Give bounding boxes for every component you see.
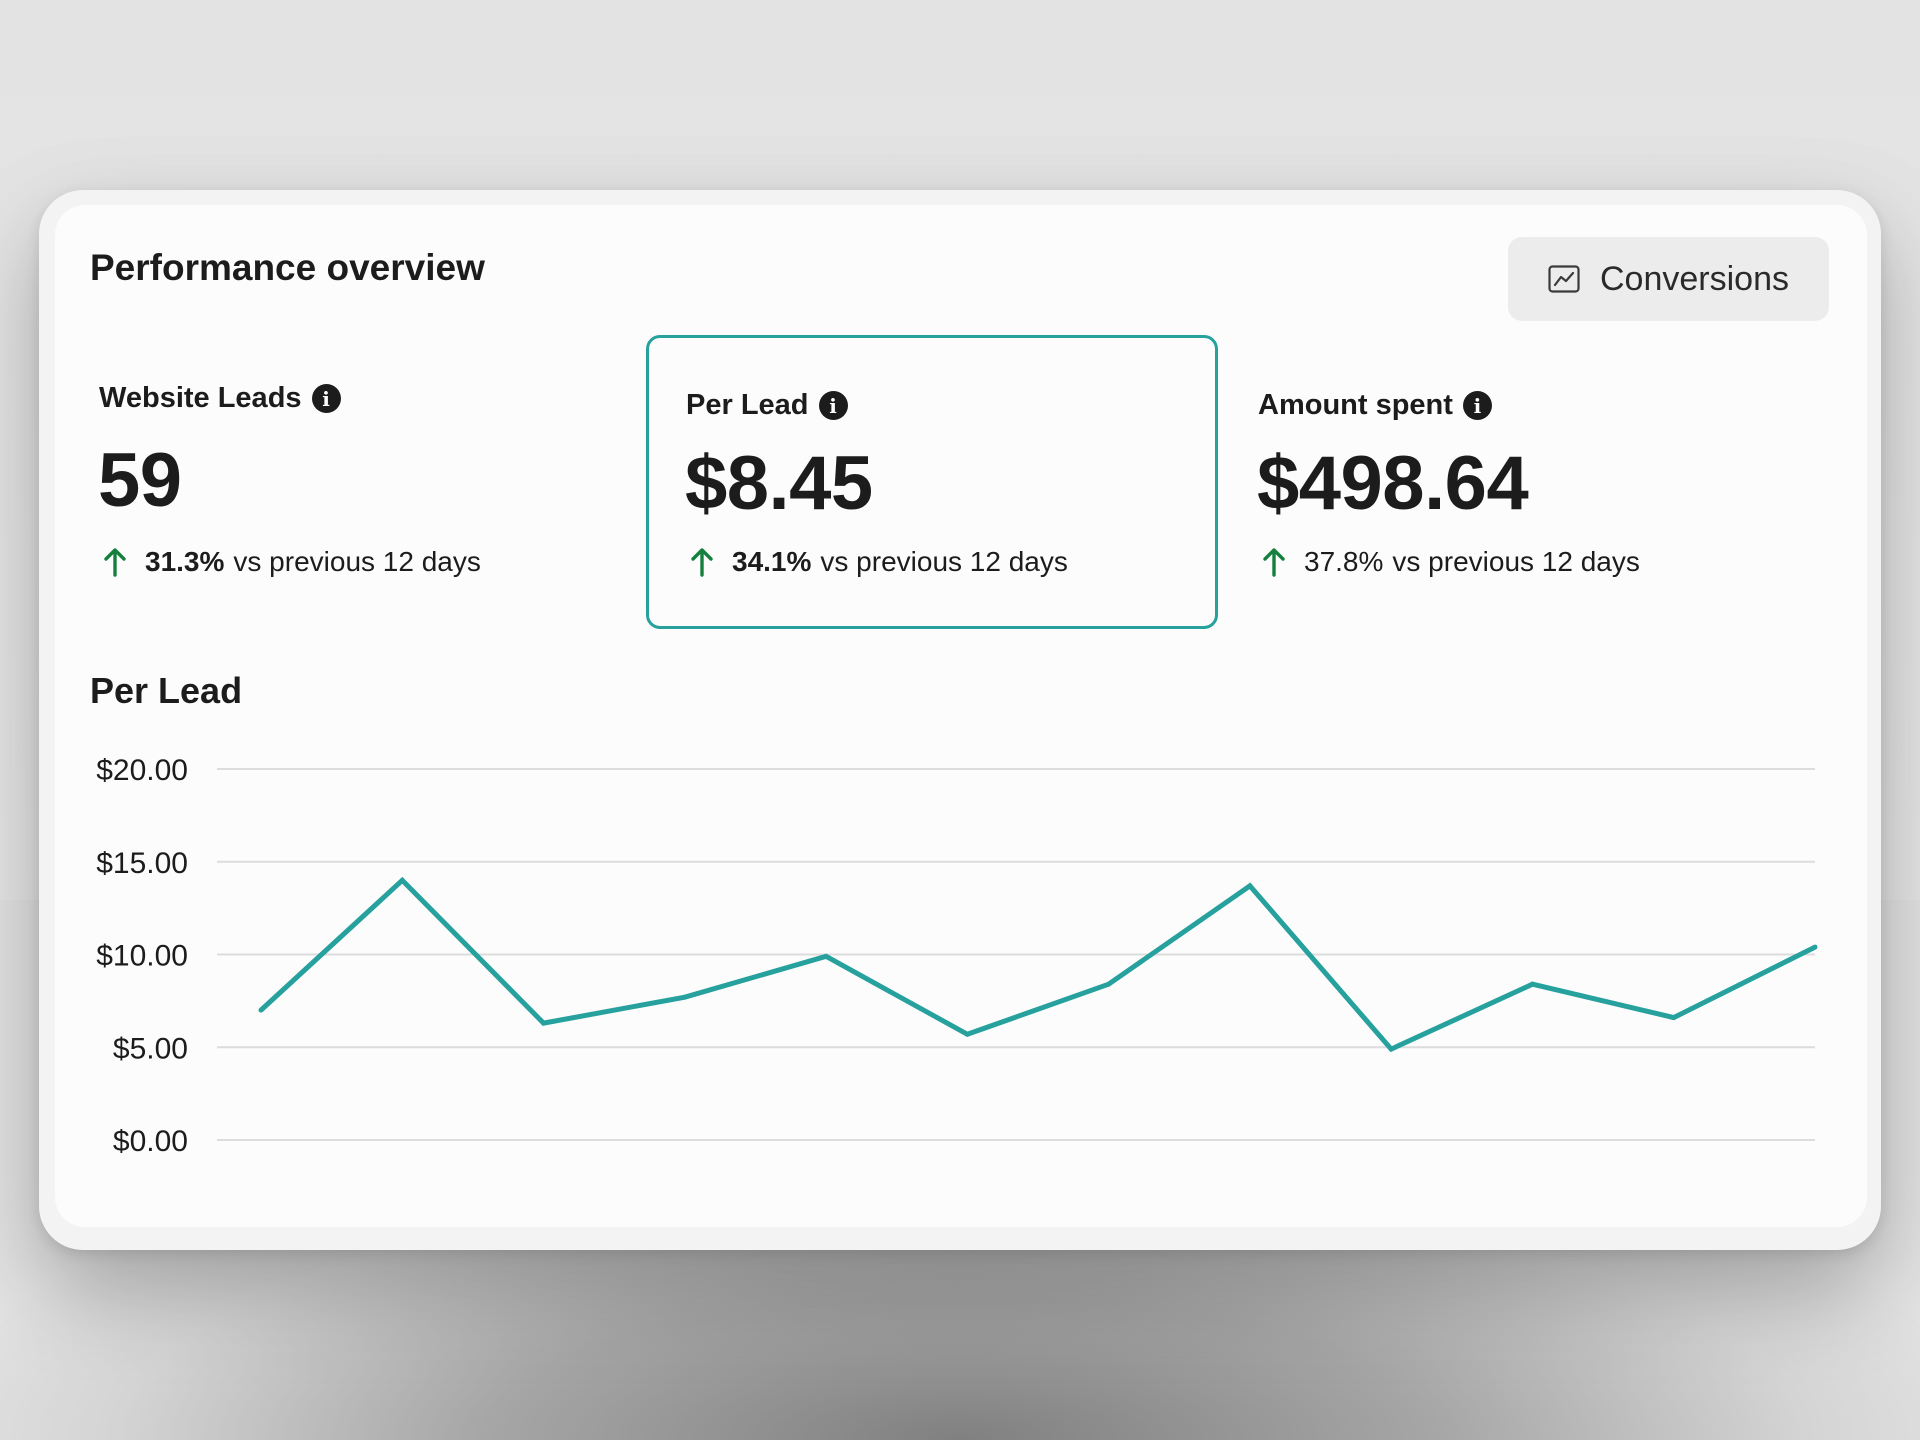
data-point[interactable] [964,1031,970,1037]
data-point[interactable] [399,877,405,883]
data-point[interactable] [1671,1015,1677,1021]
y-tick-label: $0.00 [113,1125,188,1158]
data-point[interactable] [258,1007,264,1013]
series-line [259,876,1817,1053]
y-tick-label: $20.00 [96,754,188,787]
data-point[interactable] [682,994,688,1000]
per-lead-line-chart: $20.00 $15.00 $10.00 $5.00 $0.00 [96,754,1818,1158]
data-point[interactable] [1812,944,1818,950]
data-point[interactable] [1529,981,1535,987]
y-tick-label: $15.00 [96,847,188,880]
data-point[interactable] [1388,1046,1394,1052]
y-tick-label: $5.00 [113,1032,188,1065]
data-point[interactable] [541,1020,547,1026]
data-point[interactable] [1247,883,1253,889]
y-tick-label: $10.00 [96,940,188,973]
data-point[interactable] [823,953,829,959]
performance-card: Performance overview Conversions Website… [55,205,1867,1227]
data-point[interactable] [1106,981,1112,987]
